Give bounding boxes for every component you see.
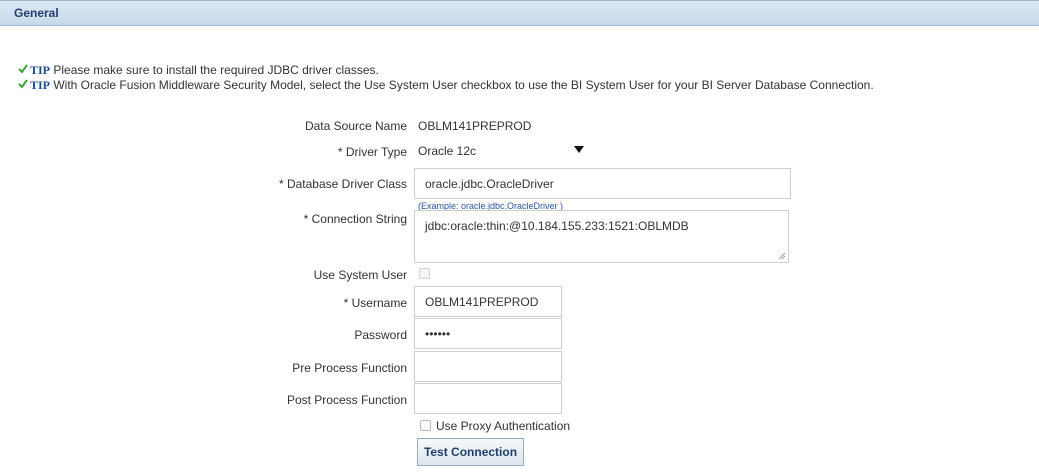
connection-string-textarea[interactable]: jdbc:oracle:thin:@10.184.155.233:1521:OB… bbox=[414, 210, 789, 263]
database-driver-class-value: oracle.jdbc.OracleDriver bbox=[425, 176, 554, 191]
password-value: •••••• bbox=[425, 326, 451, 341]
use-proxy-authentication-checkbox[interactable] bbox=[420, 420, 431, 431]
check-icon bbox=[18, 79, 28, 89]
post-process-function-input[interactable] bbox=[414, 383, 562, 414]
username-label: * Username bbox=[343, 296, 407, 310]
tip-label: TIP bbox=[30, 63, 51, 77]
pre-process-function-label: Pre Process Function bbox=[292, 361, 407, 375]
pre-process-function-input[interactable] bbox=[414, 351, 562, 382]
post-process-function-label: Post Process Function bbox=[286, 393, 407, 407]
password-label: Password bbox=[354, 328, 407, 342]
data-source-name-label: Data Source Name bbox=[304, 119, 407, 133]
use-proxy-authentication-label[interactable]: Use Proxy Authentication bbox=[436, 419, 570, 433]
use-system-user-checkbox[interactable] bbox=[419, 268, 430, 279]
tip-line-2: TIP With Oracle Fusion Middleware Securi… bbox=[18, 78, 874, 93]
general-settings-page: General TIP Please make sure to install … bbox=[0, 0, 1039, 474]
section-title: General bbox=[14, 6, 59, 20]
test-connection-button[interactable]: Test Connection bbox=[417, 438, 524, 466]
use-system-user-label: Use System User bbox=[313, 268, 407, 282]
connection-string-label: * Connection String bbox=[303, 212, 407, 226]
driver-type-label: * Driver Type bbox=[337, 145, 407, 159]
tip-text: Please make sure to install the required… bbox=[50, 63, 379, 77]
database-driver-class-input[interactable]: oracle.jdbc.OracleDriver bbox=[414, 168, 791, 199]
username-value: OBLM141PREPROD bbox=[425, 294, 539, 309]
tip-line-1: TIP Please make sure to install the requ… bbox=[18, 63, 874, 78]
resize-grip-icon[interactable] bbox=[778, 252, 786, 260]
database-driver-class-label: * Database Driver Class bbox=[278, 177, 407, 191]
password-input[interactable]: •••••• bbox=[414, 318, 562, 349]
check-icon bbox=[18, 64, 28, 74]
driver-type-select[interactable]: Oracle 12c bbox=[414, 138, 590, 164]
data-source-name-value: OBLM141PREPROD bbox=[418, 119, 532, 133]
section-header: General bbox=[0, 0, 1039, 26]
username-input[interactable]: OBLM141PREPROD bbox=[414, 286, 562, 317]
connection-string-value: jdbc:oracle:thin:@10.184.155.233:1521:OB… bbox=[425, 219, 689, 233]
driver-type-value: Oracle 12c bbox=[418, 144, 477, 158]
dropdown-arrow-icon[interactable] bbox=[574, 146, 584, 153]
tip-text: With Oracle Fusion Middleware Security M… bbox=[50, 78, 874, 92]
tip-label: TIP bbox=[30, 78, 51, 92]
tips-block: TIP Please make sure to install the requ… bbox=[18, 63, 874, 93]
